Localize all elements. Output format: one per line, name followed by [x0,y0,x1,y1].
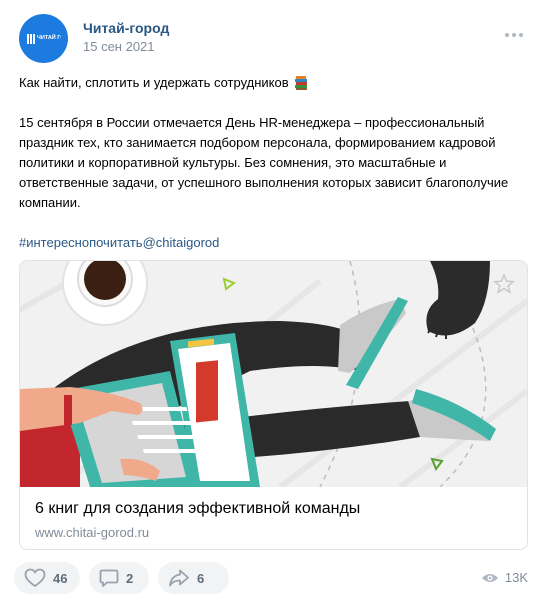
comment-button[interactable]: 2 [89,562,149,594]
comments-count: 2 [126,570,134,586]
attachment-url: www.chitai-gorod.ru [35,525,150,540]
brand-logo-icon: ЧИТАЙ ГОРОД [26,33,61,44]
eye-icon [481,573,498,582]
hashtag-link[interactable]: #интереснопочитать@chitaigorod [19,233,519,253]
author-name[interactable]: Читай-город [83,20,169,36]
post-date[interactable]: 15 сен 2021 [83,39,155,54]
more-options-icon[interactable] [503,28,525,42]
favorite-star-icon[interactable] [493,273,515,295]
action-bar: 46 2 6 13K [14,562,534,594]
share-icon [169,569,189,587]
share-button[interactable]: 6 [158,562,229,594]
views-count: 13K [504,570,528,585]
books-icon [294,76,307,90]
like-button[interactable]: 46 [14,562,80,594]
laptop-illustration [20,261,527,487]
comment-icon [99,569,119,587]
post-body: 15 сентября в России отмечается День HR-… [19,115,509,210]
likes-count: 46 [53,570,68,586]
post-title: Как найти, сплотить и удержать сотрудник… [19,75,289,90]
post-header: ЧИТАЙ ГОРОД Читай-город 15 сен 2021 [19,14,529,64]
post-text: Как найти, сплотить и удержать сотрудник… [19,73,519,253]
shares-count: 6 [197,570,205,586]
heart-icon [24,568,46,588]
logo-text: ЧИТАЙ ГОРОД [37,33,61,41]
attachment-title[interactable]: 6 книг для создания эффективной команды [35,500,360,518]
post-title-line: Как найти, сплотить и удержать сотрудник… [19,73,519,93]
views-counter: 13K [481,570,528,585]
link-attachment[interactable]: 6 книг для создания эффективной команды … [19,260,528,550]
avatar[interactable]: ЧИТАЙ ГОРОД [19,14,68,63]
post: ЧИТАЙ ГОРОД Читай-город 15 сен 2021 Как … [0,0,545,603]
attachment-image [20,261,527,487]
